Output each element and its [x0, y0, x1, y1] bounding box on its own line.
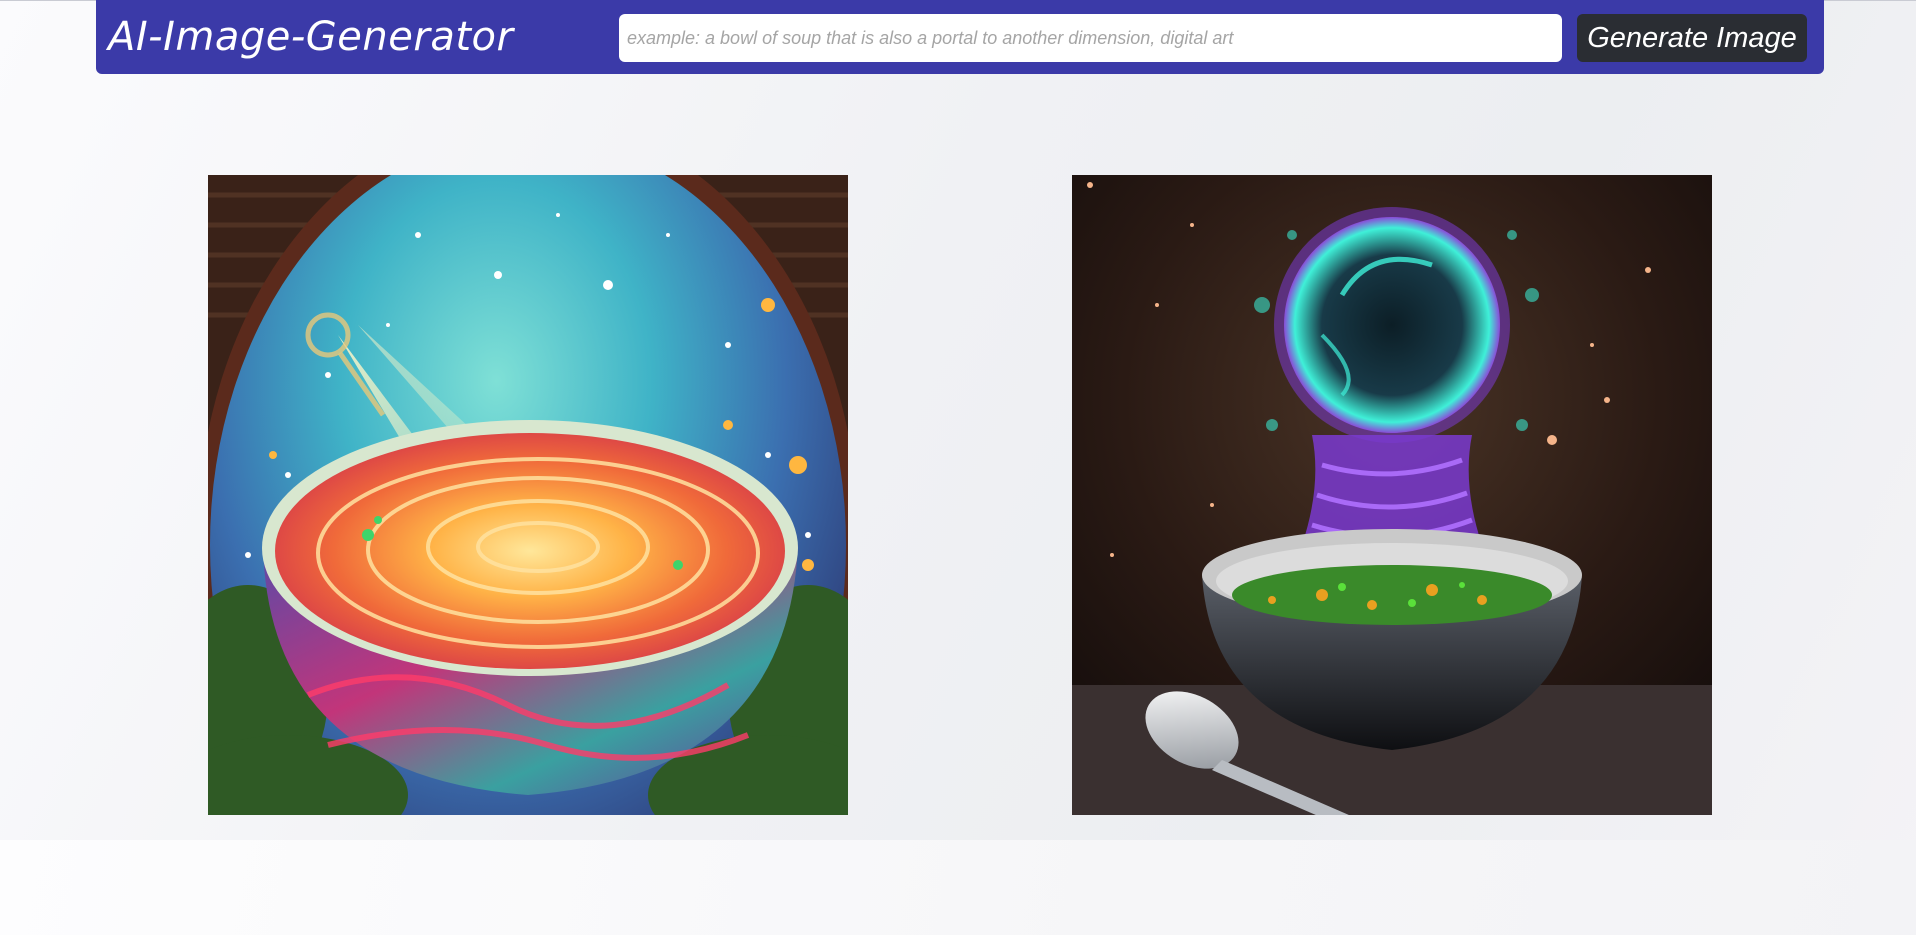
navbar: AI-Image-Generator Generate Image [96, 0, 1824, 74]
generated-image-1 [208, 175, 848, 815]
prompt-input[interactable] [619, 14, 1562, 62]
app-title[interactable]: AI-Image-Generator [108, 12, 513, 62]
page-footer-area [0, 840, 1916, 935]
portal-soup-bowl-image [1072, 175, 1712, 815]
generated-image-2 [1072, 175, 1712, 815]
generate-image-button[interactable]: Generate Image [1577, 14, 1807, 62]
cosmic-soup-bowl-image [208, 175, 848, 815]
